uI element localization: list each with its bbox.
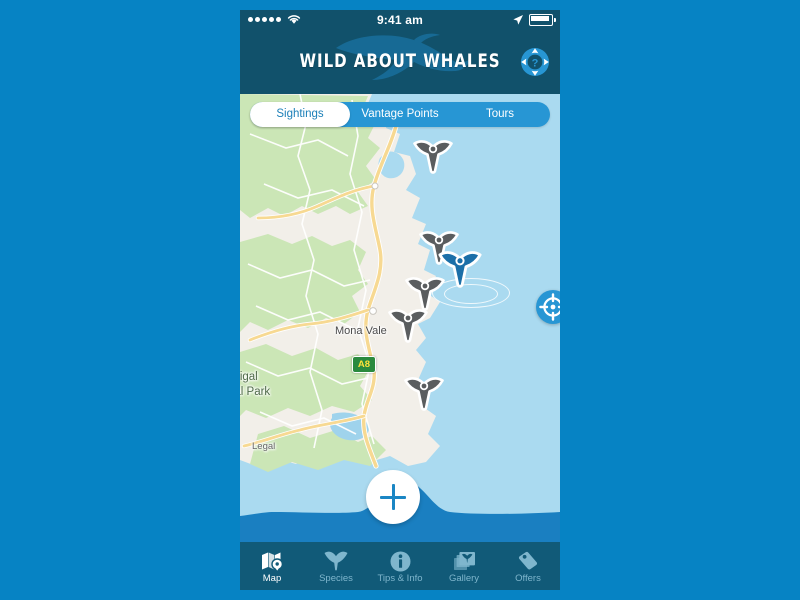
tab-vantage-points[interactable]: Vantage Points — [350, 102, 450, 127]
status-bar: 9:41 am — [240, 10, 560, 32]
tab-bar-label-gallery: Gallery — [448, 573, 480, 584]
tab-bar-item-gallery[interactable]: Gallery — [432, 542, 496, 590]
photo-stack-icon — [453, 550, 476, 572]
highway-shield-a8: A8 — [352, 356, 376, 373]
tab-sightings[interactable]: Sightings — [250, 102, 350, 127]
battery-icon — [529, 14, 556, 26]
tab-bar-label-offers: Offers — [515, 573, 541, 584]
bottom-tab-bar: Map Species Tips & Info Gallery Offers — [240, 542, 560, 590]
add-sighting-button[interactable] — [366, 470, 420, 524]
map-pin-icon — [261, 550, 283, 572]
phone-screen: 9:41 am WILD ABOUT WHALES ? Mona Vale ig… — [240, 10, 560, 590]
info-circle-icon — [390, 550, 411, 572]
location-arrow-icon — [513, 15, 523, 25]
page-title: WILD ABOUT WHALES — [299, 50, 501, 72]
whale-sighting-marker[interactable] — [404, 277, 446, 311]
whale-tail-icon — [323, 550, 349, 572]
segmented-control-wrap: Sightings Vantage Points Tours — [240, 94, 560, 132]
tab-bar-item-offers[interactable]: Offers — [496, 542, 560, 590]
price-tag-icon — [517, 550, 539, 572]
status-bar-right — [512, 14, 556, 26]
tab-tours[interactable]: Tours — [450, 102, 550, 127]
segmented-control: Sightings Vantage Points Tours — [250, 102, 550, 127]
tab-bar-label-species: Species — [319, 573, 353, 584]
app-header: WILD ABOUT WHALES ? — [240, 32, 560, 94]
whale-sighting-marker[interactable] — [403, 377, 445, 411]
whale-sighting-marker[interactable] — [412, 140, 454, 174]
svg-text:?: ? — [532, 58, 539, 70]
tab-bar-label-map: Map — [262, 573, 282, 584]
crosshair-locate-icon — [539, 293, 560, 321]
plus-icon — [380, 495, 406, 499]
whale-sighting-marker[interactable] — [387, 309, 429, 343]
tab-bar-label-tips-info: Tips & Info — [377, 573, 423, 584]
tab-bar-item-tips-info[interactable]: Tips & Info — [368, 542, 432, 590]
tab-bar-item-map[interactable]: Map — [240, 542, 304, 590]
locate-me-button[interactable] — [536, 290, 560, 324]
map-canvas[interactable]: Mona Vale rigal nal Park Legal A8 — [240, 94, 560, 542]
lifebuoy-help-icon[interactable]: ? — [520, 47, 550, 77]
tab-bar-item-species[interactable]: Species — [304, 542, 368, 590]
